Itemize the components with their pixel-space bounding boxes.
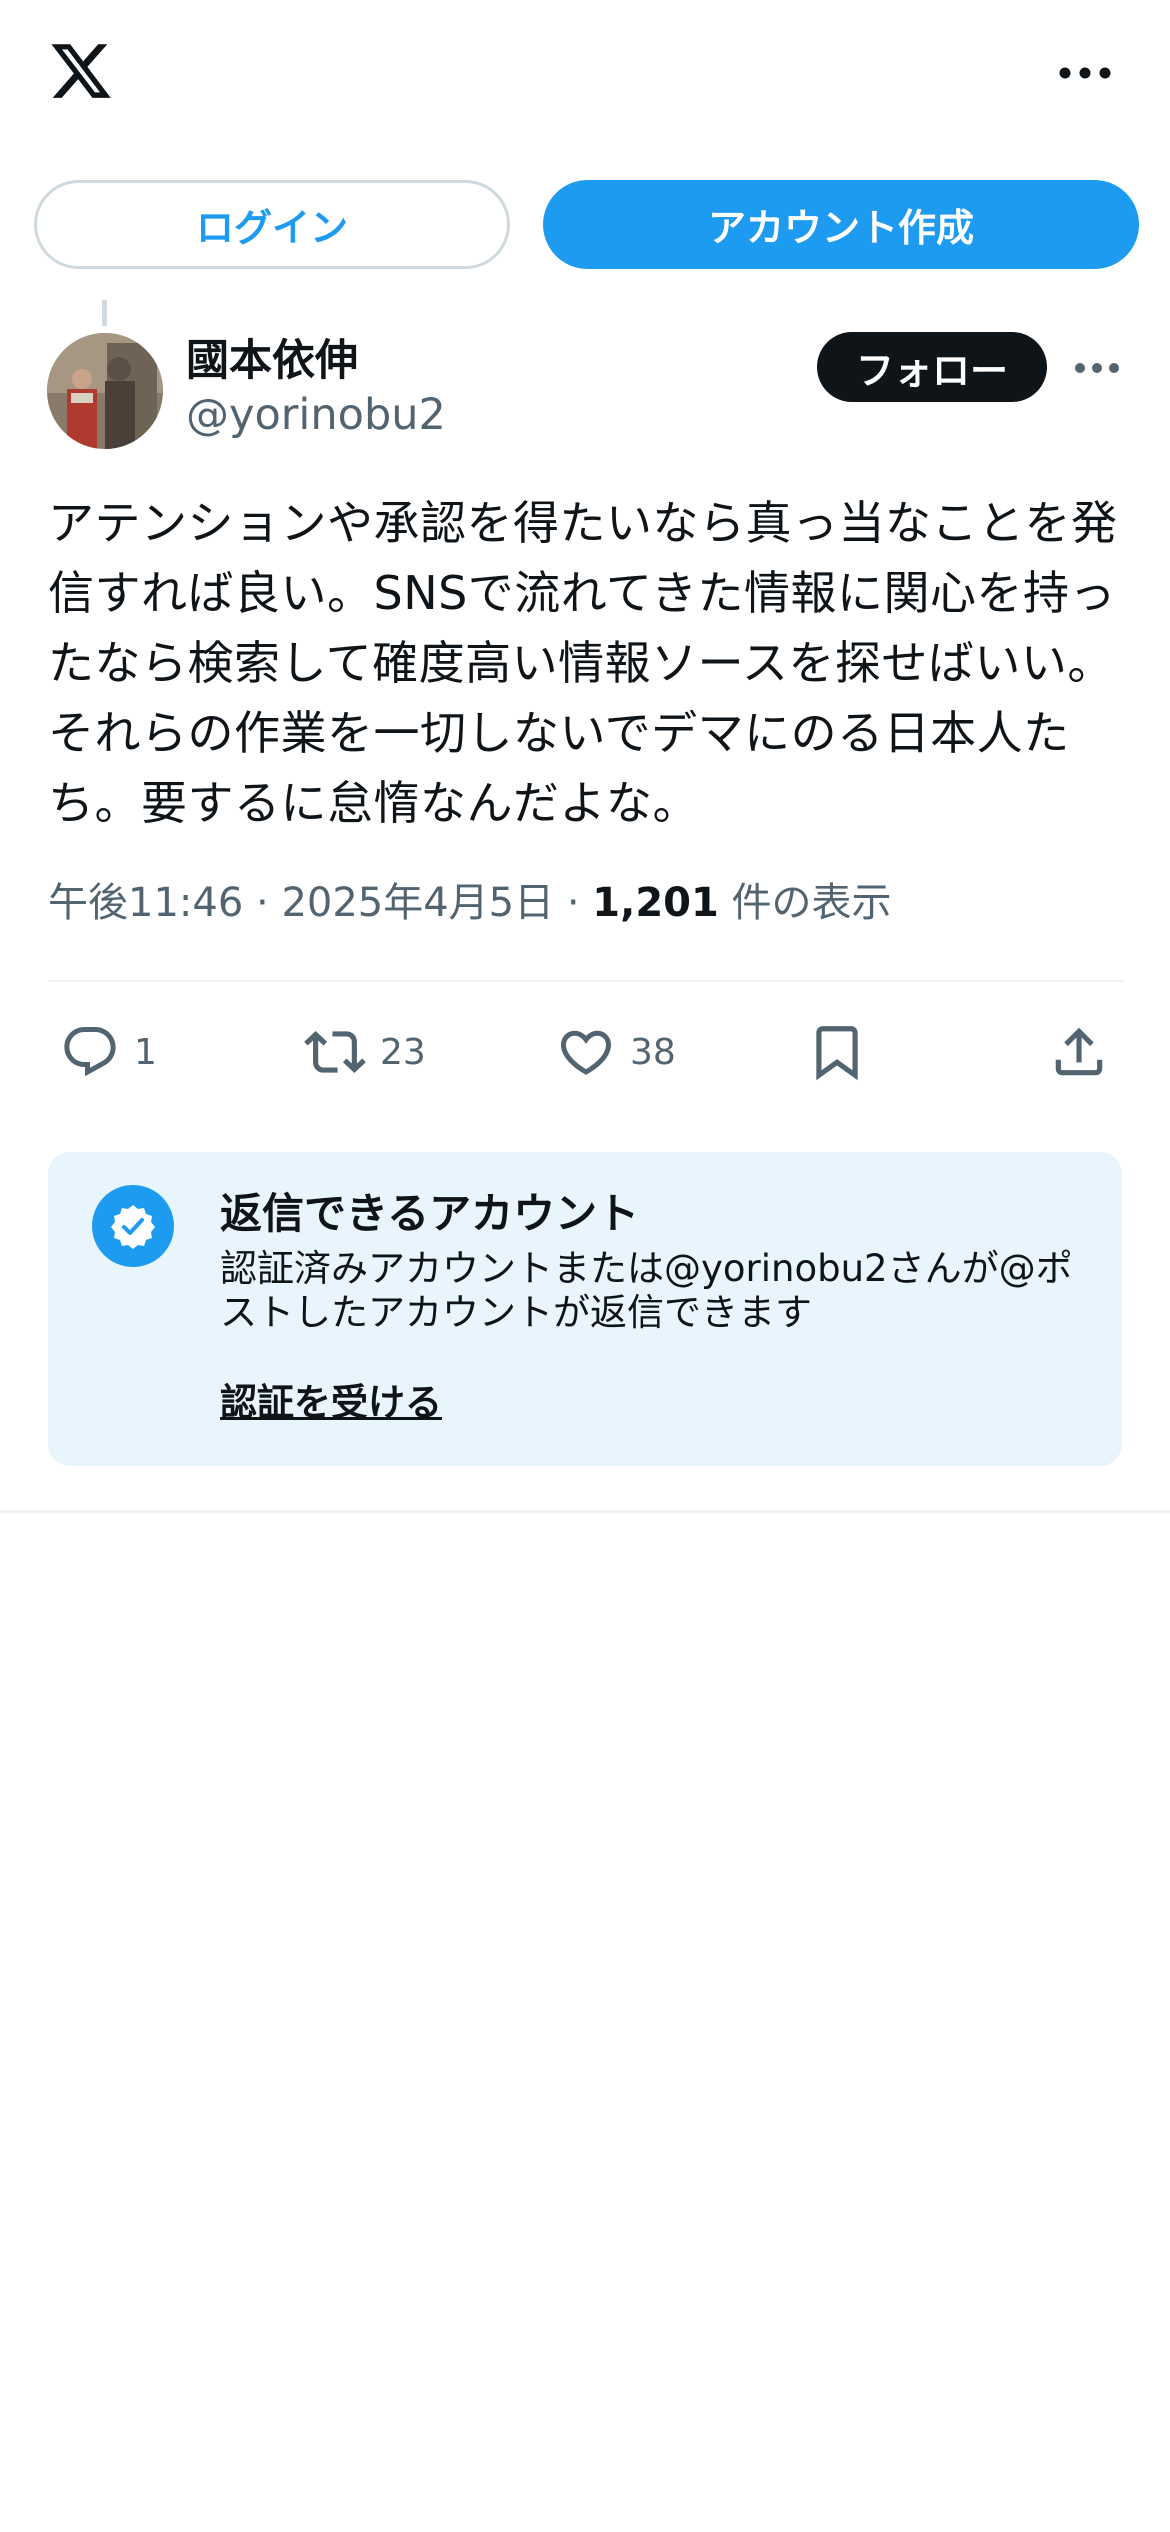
more-options-icon[interactable] [1058, 58, 1112, 88]
like-count: 38 [630, 1031, 676, 1073]
divider [0, 1510, 1170, 1513]
x-logo-icon[interactable] [45, 38, 117, 104]
post-more-options-icon[interactable] [1074, 357, 1120, 379]
share-icon [1055, 1027, 1103, 1076]
post-time[interactable]: 午後11:46 [48, 880, 243, 926]
views-label: 件の表示 [731, 880, 892, 926]
avatar[interactable] [47, 333, 163, 449]
post-text: アテンションや承認を得たいなら真っ当なことを発信すれば良い。SNSで流れてきた情… [48, 496, 1118, 830]
heart-icon [560, 1030, 612, 1075]
divider [48, 980, 1124, 982]
meta-separator: · [256, 880, 269, 926]
reply-button[interactable]: 1 [60, 1020, 157, 1084]
verified-badge-icon [92, 1185, 174, 1267]
repost-count: 23 [380, 1031, 426, 1073]
get-verified-link[interactable]: 認証を受ける [220, 1372, 442, 1426]
post-meta: 午後11:46 · 2025年4月5日 · 1,201 件の表示 [48, 870, 892, 928]
reply-icon [64, 1027, 116, 1077]
reply-restriction-description: 認証済みアカウントまたは@yorinobu2さんが@ポストしたアカウントが返信で… [220, 1247, 1073, 1334]
meta-separator: · [566, 880, 580, 926]
views-count: 1,201 [592, 880, 719, 926]
bookmark-icon [816, 1026, 858, 1081]
repost-button[interactable]: 23 [304, 1020, 426, 1084]
author-handle[interactable]: @yorinobu2 [186, 390, 446, 440]
reply-restriction-title: 返信できるアカウント [220, 1189, 640, 1238]
thread-connector-line [102, 300, 107, 326]
reply-count: 1 [134, 1031, 157, 1073]
login-button[interactable]: ログイン [34, 180, 510, 269]
author-name[interactable]: 國本依伸 [186, 326, 358, 388]
bookmark-button[interactable] [806, 1020, 868, 1084]
create-account-button[interactable]: アカウント作成 [543, 180, 1139, 269]
share-button[interactable] [1048, 1020, 1110, 1084]
like-button[interactable]: 38 [556, 1020, 676, 1084]
post-date[interactable]: 2025年4月5日 [281, 880, 554, 926]
follow-button[interactable]: フォロー [817, 332, 1047, 402]
repost-icon [304, 1031, 366, 1073]
